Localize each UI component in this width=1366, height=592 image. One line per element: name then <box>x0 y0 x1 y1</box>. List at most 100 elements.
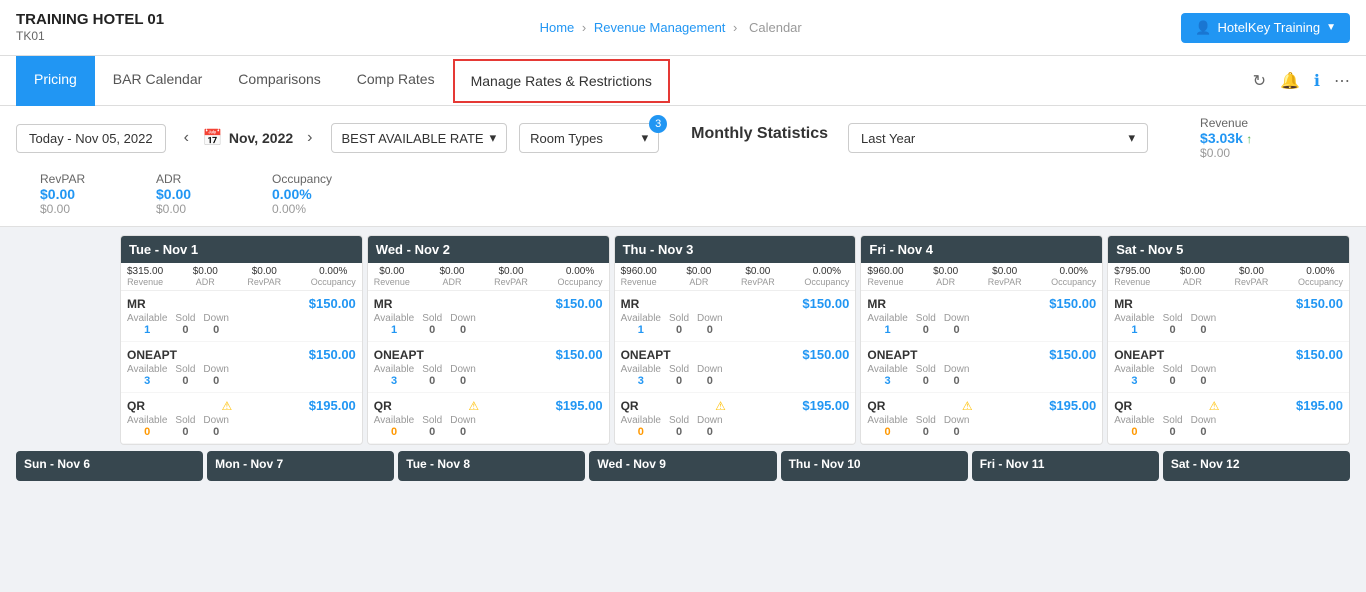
day-stat-0-3: 0.00% Occupancy <box>311 266 356 287</box>
calendar-icon: 📅 <box>203 128 223 148</box>
room-row-4-2[interactable]: QR ⚠ $195.00 Available 0 Sold 0 Down 0 <box>1108 393 1349 444</box>
bottom-day-1[interactable]: Mon - Nov 7 <box>207 451 394 481</box>
day-date-2: Nov 3 <box>658 242 693 257</box>
day-stat-0-0: $315.00 Revenue <box>127 266 163 287</box>
month-display: 📅 Nov, 2022 <box>203 128 293 148</box>
day-stat-4-2: $0.00 RevPAR <box>1235 266 1269 287</box>
bottom-day-6[interactable]: Sat - Nov 12 <box>1163 451 1350 481</box>
day-stat-1-2: $0.00 RevPAR <box>494 266 528 287</box>
day-stat-0-2: $0.00 RevPAR <box>247 266 281 287</box>
stat-adr: ADR $0.00 $0.00 <box>156 172 236 216</box>
controls-row: Today - Nov 05, 2022 ‹ 📅 Nov, 2022 › BES… <box>0 106 1366 227</box>
room-row-0-1[interactable]: ONEAPT $150.00 Available 3 Sold 0 Down 0 <box>121 342 362 393</box>
room-row-3-2[interactable]: QR ⚠ $195.00 Available 0 Sold 0 Down 0 <box>861 393 1102 444</box>
day-stat-2-1: $0.00 ADR <box>686 266 711 287</box>
today-date-box[interactable]: Today - Nov 05, 2022 <box>16 124 166 153</box>
day-name-4: Sat - <box>1116 242 1148 257</box>
warn-icon-0-2: ⚠ <box>222 399 233 413</box>
day-date-1: Nov 2 <box>415 242 450 257</box>
breadcrumb-home[interactable]: Home <box>540 20 575 35</box>
room-row-3-0[interactable]: MR $150.00 Available 1 Sold 0 Down 0 <box>861 291 1102 342</box>
room-row-1-0[interactable]: MR $150.00 Available 1 Sold 0 Down 0 <box>368 291 609 342</box>
warn-icon-1-2: ⚠ <box>468 399 479 413</box>
user-label: HotelKey Training <box>1217 20 1320 35</box>
breadcrumb: Home › Revenue Management › Calendar <box>540 20 806 35</box>
chevron-down-icon: ▼ <box>1326 22 1336 33</box>
room-row-0-2[interactable]: QR ⚠ $195.00 Available 0 Sold 0 Down 0 <box>121 393 362 444</box>
room-row-1-2[interactable]: QR ⚠ $195.00 Available 0 Sold 0 Down 0 <box>368 393 609 444</box>
tabs-bar: Pricing BAR Calendar Comparisons Comp Ra… <box>0 56 1366 106</box>
stats-section: Monthly Statistics Last Year ▾ <box>691 123 1164 153</box>
day-card-0[interactable]: Tue - Nov 1 $315.00 Revenue $0.00 ADR $0… <box>120 235 363 445</box>
breadcrumb-current: Calendar <box>749 20 802 35</box>
bar-dropdown[interactable]: BEST AVAILABLE RATE ▾ <box>331 123 508 153</box>
calendar-area: Tue - Nov 1 $315.00 Revenue $0.00 ADR $0… <box>0 227 1366 497</box>
hotel-code: TK01 <box>16 29 164 45</box>
day-stats-1: $0.00 Revenue $0.00 ADR $0.00 RevPAR 0.0… <box>368 263 609 291</box>
day-stats-4: $795.00 Revenue $0.00 ADR $0.00 RevPAR 0… <box>1108 263 1349 291</box>
day-stat-1-1: $0.00 ADR <box>439 266 464 287</box>
prev-month-button[interactable]: ‹ <box>178 127 195 149</box>
more-icon[interactable]: ⋯ <box>1334 71 1350 91</box>
day-header-0: Tue - Nov 1 <box>121 236 362 263</box>
stats-title: Monthly Statistics <box>691 123 828 143</box>
day-stat-1-3: 0.00% Occupancy <box>558 266 603 287</box>
day-name-0: Tue - <box>129 242 163 257</box>
day-date-4: Nov 5 <box>1148 242 1183 257</box>
stat-revpar: RevPAR $0.00 $0.00 <box>40 172 120 216</box>
day-stat-4-1: $0.00 ADR <box>1180 266 1205 287</box>
room-row-3-1[interactable]: ONEAPT $150.00 Available 3 Sold 0 Down 0 <box>861 342 1102 393</box>
day-card-2[interactable]: Thu - Nov 3 $960.00 Revenue $0.00 ADR $0… <box>614 235 857 445</box>
day-header-1: Wed - Nov 2 <box>368 236 609 263</box>
room-row-4-1[interactable]: ONEAPT $150.00 Available 3 Sold 0 Down 0 <box>1108 342 1349 393</box>
breadcrumb-revenue[interactable]: Revenue Management <box>594 20 726 35</box>
bottom-day-3[interactable]: Wed - Nov 9 <box>589 451 776 481</box>
hotel-name: TRAINING HOTEL 01 <box>16 10 164 30</box>
tab-comp-rates[interactable]: Comp Rates <box>339 56 453 106</box>
warn-icon-4-2: ⚠ <box>1209 399 1220 413</box>
day-header-4: Sat - Nov 5 <box>1108 236 1349 263</box>
bell-icon[interactable]: 🔔 <box>1280 71 1300 91</box>
warn-icon-3-2: ⚠ <box>962 399 973 413</box>
tabs-right-icons: ↻ 🔔 ℹ ⋯ <box>1253 71 1350 91</box>
room-row-0-0[interactable]: MR $150.00 Available 1 Sold 0 Down 0 <box>121 291 362 342</box>
hotel-info: TRAINING HOTEL 01 TK01 <box>16 10 164 45</box>
top-header: TRAINING HOTEL 01 TK01 Home › Revenue Ma… <box>0 0 1366 56</box>
day-date-0: Nov 1 <box>163 242 198 257</box>
tab-bar-calendar[interactable]: BAR Calendar <box>95 56 221 106</box>
room-row-2-2[interactable]: QR ⚠ $195.00 Available 0 Sold 0 Down 0 <box>615 393 856 444</box>
tab-comparisons[interactable]: Comparisons <box>220 56 338 106</box>
day-stat-1-0: $0.00 Revenue <box>374 266 410 287</box>
bottom-day-0[interactable]: Sun - Nov 6 <box>16 451 203 481</box>
next-month-button[interactable]: › <box>301 127 318 149</box>
room-row-1-1[interactable]: ONEAPT $150.00 Available 3 Sold 0 Down 0 <box>368 342 609 393</box>
refresh-icon[interactable]: ↻ <box>1253 71 1266 91</box>
day-stat-3-1: $0.00 ADR <box>933 266 958 287</box>
day-card-4[interactable]: Sat - Nov 5 $795.00 Revenue $0.00 ADR $0… <box>1107 235 1350 445</box>
day-stats-2: $960.00 Revenue $0.00 ADR $0.00 RevPAR 0… <box>615 263 856 291</box>
user-button[interactable]: 👤 HotelKey Training ▼ <box>1181 13 1350 43</box>
day-card-3[interactable]: Fri - Nov 4 $960.00 Revenue $0.00 ADR $0… <box>860 235 1103 445</box>
day-stat-2-2: $0.00 RevPAR <box>741 266 775 287</box>
last-year-dropdown[interactable]: Last Year ▾ <box>848 123 1148 153</box>
day-stat-0-1: $0.00 ADR <box>193 266 218 287</box>
day-name-2: Thu - <box>623 242 658 257</box>
bottom-day-4[interactable]: Thu - Nov 10 <box>781 451 968 481</box>
bottom-day-5[interactable]: Fri - Nov 11 <box>972 451 1159 481</box>
day-stat-2-0: $960.00 Revenue <box>621 266 657 287</box>
warn-icon-2-2: ⚠ <box>715 399 726 413</box>
room-row-2-1[interactable]: ONEAPT $150.00 Available 3 Sold 0 Down 0 <box>615 342 856 393</box>
badge: 3 <box>649 115 667 133</box>
room-row-4-0[interactable]: MR $150.00 Available 1 Sold 0 Down 0 <box>1108 291 1349 342</box>
room-row-2-0[interactable]: MR $150.00 Available 1 Sold 0 Down 0 <box>615 291 856 342</box>
day-stat-2-3: 0.00% Occupancy <box>804 266 849 287</box>
day-card-1[interactable]: Wed - Nov 2 $0.00 Revenue $0.00 ADR $0.0… <box>367 235 610 445</box>
room-types-dropdown[interactable]: Room Types ▾ <box>519 123 659 153</box>
info-icon[interactable]: ℹ <box>1314 71 1320 91</box>
bottom-day-2[interactable]: Tue - Nov 8 <box>398 451 585 481</box>
tab-manage-rates[interactable]: Manage Rates & Restrictions <box>453 59 670 103</box>
week-row-1: Tue - Nov 1 $315.00 Revenue $0.00 ADR $0… <box>16 235 1350 445</box>
day-stat-3-2: $0.00 RevPAR <box>988 266 1022 287</box>
bottom-row: Sun - Nov 6Mon - Nov 7Tue - Nov 8Wed - N… <box>16 451 1350 481</box>
tab-pricing[interactable]: Pricing <box>16 56 95 106</box>
